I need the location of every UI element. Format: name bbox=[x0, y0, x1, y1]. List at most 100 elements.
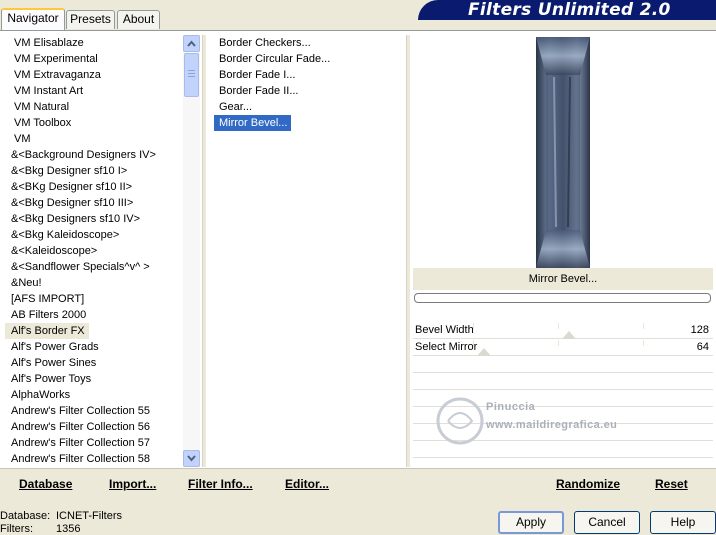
category-item[interactable]: &<Background Designers IV> bbox=[4, 147, 184, 163]
category-label: AlphaWorks bbox=[11, 389, 71, 401]
category-item[interactable]: VM Instant Art bbox=[4, 83, 184, 99]
slider-tick bbox=[558, 340, 559, 346]
category-label: Andrew's Filter Collection 58 bbox=[11, 453, 151, 465]
preview-caption: Mirror Bevel... bbox=[413, 268, 713, 290]
category-label: [AFS IMPORT] bbox=[11, 293, 85, 305]
tab-navigator[interactable]: Navigator bbox=[1, 8, 65, 30]
category-label: VM Extravaganza bbox=[14, 69, 101, 81]
import-link[interactable]: Import... bbox=[109, 477, 156, 491]
category-item[interactable]: Andrew's Filter Collection 57 bbox=[4, 435, 184, 451]
param-slider-thumb[interactable] bbox=[562, 331, 576, 339]
navigator-panel: VM Elisablaze VM Experimental VM Extravaga… bbox=[0, 30, 716, 497]
filter-item[interactable]: Gear... bbox=[213, 99, 403, 115]
param-empty-row bbox=[413, 373, 713, 390]
category-label: Alf's Power Toys bbox=[11, 373, 92, 385]
slider-tick bbox=[643, 340, 644, 346]
category-item[interactable]: AB Filters 2000 bbox=[4, 307, 184, 323]
category-label: &<Bkg Designer sf10 I> bbox=[11, 165, 128, 177]
param-slider-track[interactable] bbox=[473, 339, 644, 356]
category-item[interactable]: Andrew's Filter Collection 55 bbox=[4, 403, 184, 419]
category-item[interactable]: &<Bkg Designers sf10 IV> bbox=[4, 211, 184, 227]
category-item[interactable]: &<Bkg Kaleidoscope> bbox=[4, 227, 184, 243]
category-item[interactable]: VM Natural bbox=[4, 99, 184, 115]
category-item[interactable]: VM Experimental bbox=[4, 51, 184, 67]
filter-list: Border Checkers... Border Circular Fade..… bbox=[213, 35, 403, 131]
category-item[interactable]: &<Kaleidoscope> bbox=[4, 243, 184, 259]
category-label: &<Sandflower Specials^v^ > bbox=[11, 261, 150, 273]
scroll-down-button[interactable] bbox=[183, 450, 200, 467]
category-item[interactable]: Alf's Power Sines bbox=[4, 355, 184, 371]
filter-item[interactable]: Border Circular Fade... bbox=[213, 51, 403, 67]
filter-label: Mirror Bevel... bbox=[214, 115, 292, 131]
slider-tick bbox=[643, 323, 644, 329]
filter-label: Border Circular Fade... bbox=[219, 53, 331, 65]
param-slider-track[interactable] bbox=[473, 322, 644, 339]
category-item[interactable]: &<Bkg Designer sf10 I> bbox=[4, 163, 184, 179]
category-item[interactable]: &Neu! bbox=[4, 275, 184, 291]
category-label: &<Background Designers IV> bbox=[11, 149, 156, 161]
category-item[interactable]: &<Bkg Designer sf10 III> bbox=[4, 195, 184, 211]
param-empty-row bbox=[413, 441, 713, 458]
category-label: &Neu! bbox=[11, 277, 42, 289]
editor-link[interactable]: Editor... bbox=[285, 477, 329, 491]
database-link[interactable]: Database bbox=[19, 477, 72, 491]
param-slider-row[interactable]: Select Mirror 64 bbox=[413, 339, 713, 356]
slider-tick bbox=[473, 323, 474, 329]
param-value: 128 bbox=[690, 324, 709, 336]
apply-button[interactable]: Apply bbox=[498, 511, 564, 534]
category-item[interactable]: Andrew's Filter Collection 56 bbox=[4, 419, 184, 435]
category-label: VM Natural bbox=[14, 101, 70, 113]
slider-tick bbox=[473, 340, 474, 346]
filters-label: Filters: bbox=[0, 523, 33, 535]
category-item[interactable]: Alf's Power Toys bbox=[4, 371, 184, 387]
category-item[interactable]: Alf's Power Grads bbox=[4, 339, 184, 355]
category-item[interactable]: VM Elisablaze bbox=[4, 35, 184, 51]
filter-item[interactable]: Border Fade II... bbox=[213, 83, 403, 99]
category-item[interactable]: &<BKg Designer sf10 II> bbox=[4, 179, 184, 195]
filter-item[interactable]: Border Checkers... bbox=[213, 35, 403, 51]
tab-presets[interactable]: Presets bbox=[66, 10, 115, 29]
filter-label: Gear... bbox=[219, 101, 253, 113]
tab-about[interactable]: About bbox=[117, 10, 160, 29]
category-item[interactable]: VM Extravaganza bbox=[4, 67, 184, 83]
category-label: Alf's Border FX bbox=[5, 323, 89, 339]
param-label: Bevel Width bbox=[415, 324, 474, 336]
grip-line bbox=[188, 70, 195, 71]
category-item[interactable]: Andrew's Filter Collection 58 bbox=[4, 451, 184, 467]
category-item[interactable]: VM Toolbox bbox=[4, 115, 184, 131]
category-scrollbar[interactable] bbox=[183, 35, 200, 467]
scroll-up-button[interactable] bbox=[183, 35, 200, 52]
category-label: VM bbox=[14, 133, 31, 145]
preview-area bbox=[413, 35, 713, 268]
param-slider-thumb[interactable] bbox=[477, 348, 491, 356]
parameter-list: Bevel Width 128 Select Mirror 64 bbox=[413, 322, 713, 458]
category-item[interactable]: VM bbox=[4, 131, 184, 147]
filters-count: 1356 bbox=[56, 523, 81, 535]
param-slider-row[interactable]: Bevel Width 128 bbox=[413, 322, 713, 339]
param-label: Select Mirror bbox=[415, 341, 478, 353]
category-label: VM Elisablaze bbox=[14, 37, 84, 49]
scroll-thumb[interactable] bbox=[184, 53, 199, 97]
pane-divider[interactable] bbox=[202, 35, 206, 467]
param-empty-row bbox=[413, 390, 713, 407]
category-label: Alf's Power Grads bbox=[11, 341, 99, 353]
filter-item[interactable]: Mirror Bevel... bbox=[213, 115, 403, 131]
category-label: &<Bkg Kaleidoscope> bbox=[11, 229, 120, 241]
cancel-button[interactable]: Cancel bbox=[574, 511, 640, 534]
category-item[interactable]: Alf's Border FX bbox=[4, 323, 184, 339]
randomize-link[interactable]: Randomize bbox=[556, 477, 620, 491]
category-label: Andrew's Filter Collection 55 bbox=[11, 405, 151, 417]
category-item[interactable]: [AFS IMPORT] bbox=[4, 291, 184, 307]
filter-item[interactable]: Border Fade I... bbox=[213, 67, 403, 83]
preview-image bbox=[536, 37, 590, 268]
reset-link[interactable]: Reset bbox=[655, 477, 688, 491]
category-item[interactable]: AlphaWorks bbox=[4, 387, 184, 403]
category-label: &<Kaleidoscope> bbox=[11, 245, 98, 257]
slider-tick bbox=[558, 323, 559, 329]
pane-divider[interactable] bbox=[406, 35, 410, 467]
filter-info-link[interactable]: Filter Info... bbox=[188, 477, 253, 491]
help-button[interactable]: Help bbox=[650, 511, 716, 534]
status-info: Database: ICNET-Filters Filters: 1356 bbox=[0, 510, 122, 535]
category-item[interactable]: &<Sandflower Specials^v^ > bbox=[4, 259, 184, 275]
grip-line bbox=[188, 76, 195, 77]
